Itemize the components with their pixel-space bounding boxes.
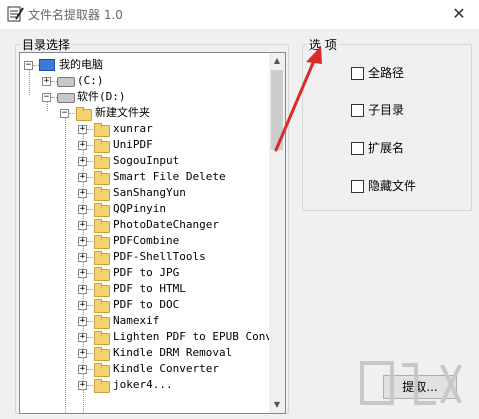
annotation-arrow-icon — [274, 46, 322, 152]
